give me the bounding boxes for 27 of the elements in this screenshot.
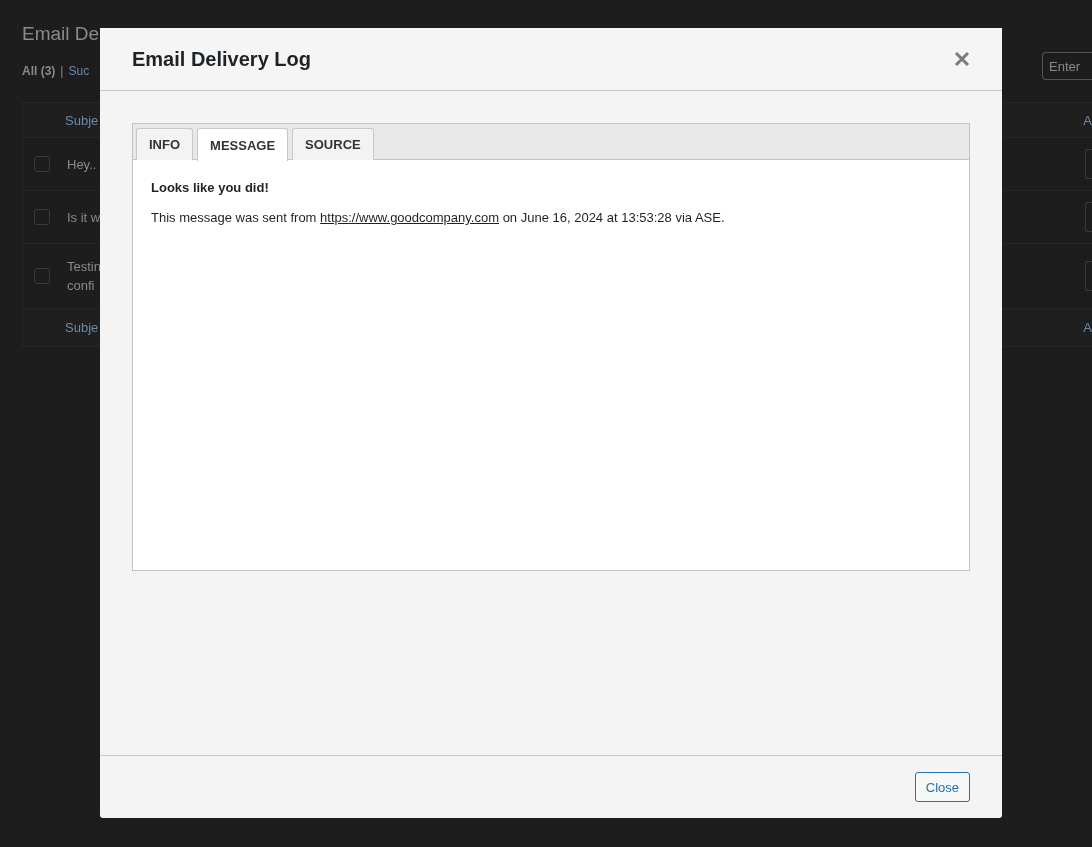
tab[interactable]: INFO: [136, 128, 194, 160]
tab[interactable]: SOURCE: [292, 128, 374, 160]
row-checkbox[interactable]: [34, 209, 50, 225]
close-button[interactable]: Close: [914, 772, 970, 802]
page-title: Email De: [22, 22, 101, 46]
column-header[interactable]: Subje: [65, 320, 99, 335]
table-cell-text: Is it w: [67, 208, 101, 227]
tab[interactable]: MESSAGE: [197, 128, 289, 161]
search-field[interactable]: Enter: [1042, 52, 1092, 80]
filter-link[interactable]: Suc: [68, 64, 90, 78]
filter-separator: |: [60, 64, 64, 78]
close-icon[interactable]: [954, 51, 970, 67]
row-action-button[interactable]: [1085, 202, 1092, 232]
dialog-title: Email Delivery Log: [132, 47, 311, 71]
message-heading: Looks like you did!: [151, 180, 270, 195]
row-action-button[interactable]: [1085, 261, 1092, 291]
row-action-button[interactable]: [1085, 149, 1092, 179]
site-link[interactable]: https://www.goodcompany.com: [320, 210, 499, 225]
row-checkbox[interactable]: [34, 156, 50, 172]
table-cell-text: Testin confi: [67, 258, 101, 295]
message-text: This message was sent from https://www.goodcompany.com on June 16, 2024 at 13:53:28 via ASE.: [151, 210, 726, 225]
filter-link[interactable]: All (3): [22, 64, 56, 78]
column-header[interactable]: A: [1083, 320, 1092, 335]
column-header[interactable]: A: [1083, 112, 1092, 128]
column-header[interactable]: Subje: [65, 112, 99, 128]
table-cell-text: Hey..: [67, 155, 97, 174]
row-checkbox[interactable]: [34, 268, 50, 284]
